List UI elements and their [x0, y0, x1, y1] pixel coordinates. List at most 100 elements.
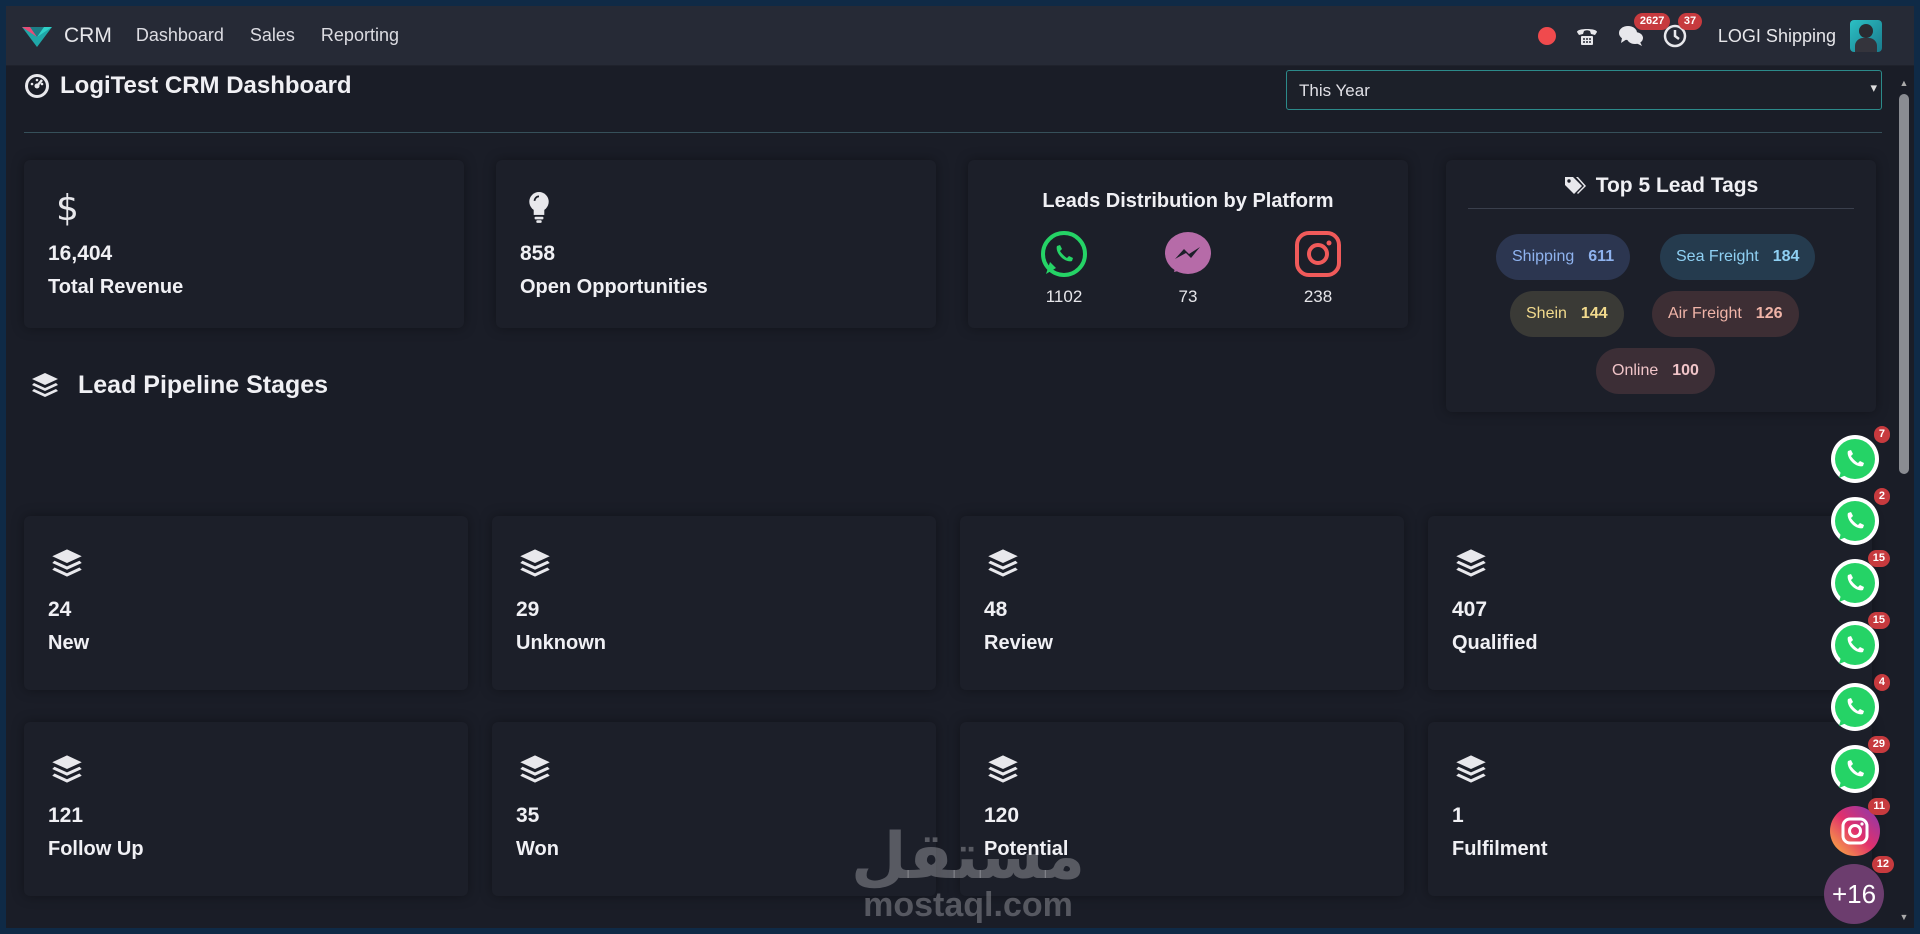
dashboard-content: LogiTest CRM Dashboard This Year $ 16,40… [6, 66, 1896, 928]
tag-count: 100 [1672, 362, 1699, 379]
kpi-card-revenue: $ 16,404 Total Revenue [24, 160, 464, 328]
user-avatar[interactable] [1850, 20, 1882, 52]
stage-value: 407 [1452, 598, 1488, 621]
stage-label: Unknown [516, 632, 606, 654]
tag-count: 184 [1772, 248, 1800, 265]
stage-card-qualified[interactable]: 407 Qualified [1428, 516, 1872, 690]
tag-sea-freight[interactable]: Sea Freight 184 [1660, 234, 1816, 280]
chat-bubble-whatsapp[interactable]: 29 [1830, 736, 1890, 794]
layers-icon [1454, 750, 1488, 788]
menu-dashboard[interactable]: Dashboard [136, 25, 224, 46]
systray: 2627 37 LOGI Shipping [1537, 6, 1914, 66]
scroll-down-arrow-icon[interactable]: ▼ [1898, 912, 1910, 922]
brand-name: CRM [64, 23, 112, 47]
stage-value: 1 [1452, 804, 1464, 827]
chat-badge: 7 [1873, 426, 1890, 443]
more-chats-badge: 12 [1871, 856, 1894, 873]
tag-shein[interactable]: Shein 144 [1510, 291, 1624, 337]
scroll-up-arrow-icon[interactable]: ▲ [1898, 78, 1910, 88]
stage-card-potential[interactable]: 120 Potential [960, 722, 1404, 896]
dollar-icon: $ [50, 188, 84, 226]
tag-count: 611 [1588, 248, 1615, 265]
tag-count: 144 [1580, 305, 1608, 322]
instagram-icon [1295, 231, 1341, 277]
svg-text:$: $ [56, 188, 79, 226]
lightbulb-icon [522, 188, 556, 226]
tag-name: Sea Freight [1676, 248, 1759, 265]
tag-online[interactable]: Online 100 [1596, 348, 1715, 394]
tag-name: Shipping [1512, 248, 1575, 265]
stage-label: Qualified [1452, 632, 1538, 654]
stage-label: Fulfilment [1452, 838, 1548, 860]
stage-card-review[interactable]: 48 Review [960, 516, 1404, 690]
period-select[interactable]: This Year [1286, 70, 1882, 110]
top-tags-title-text: Top 5 Lead Tags [1595, 174, 1759, 197]
chat-badge: 2 [1873, 488, 1890, 505]
whatsapp-icon [1831, 497, 1879, 545]
menu-sales[interactable]: Sales [250, 25, 295, 46]
stage-value: 48 [984, 598, 1008, 621]
stage-card-follow-up[interactable]: 121 Follow Up [24, 722, 468, 896]
tag-shipping[interactable]: Shipping 611 [1496, 234, 1631, 280]
stage-value: 24 [48, 598, 72, 621]
scroll-thumb[interactable] [1899, 94, 1909, 474]
messages-icon[interactable]: 2627 [1616, 13, 1671, 51]
layers-icon [986, 750, 1020, 788]
layers-icon [50, 544, 84, 582]
page-scrollbar[interactable]: ▲ ▼ [1898, 70, 1910, 924]
tag-name: Online [1612, 362, 1659, 379]
crm-logo-icon [22, 26, 52, 47]
layers-icon [1454, 544, 1488, 582]
stage-value: 120 [984, 804, 1020, 827]
stage-card-fulfilment[interactable]: 1 Fulfilment [1428, 722, 1872, 896]
activities-clock-icon[interactable]: 37 [1660, 13, 1703, 51]
platform-instagram[interactable]: 238 [1288, 230, 1348, 307]
messenger-count: 73 [1178, 287, 1198, 306]
tags-divider [1468, 208, 1854, 209]
stage-value: 29 [516, 598, 540, 621]
platform-distribution-title: Leads Distribution by Platform [1042, 190, 1334, 212]
stage-value: 121 [48, 804, 84, 827]
main-menu: Dashboard Sales Reporting [136, 25, 425, 46]
chat-badge: 4 [1873, 674, 1890, 691]
layers-icon [32, 373, 58, 397]
top-tags-title: Top 5 Lead Tags [1446, 174, 1876, 198]
top-navbar: CRM Dashboard Sales Reporting 2627 37 LO… [6, 6, 1914, 66]
stage-label: New [48, 632, 90, 654]
phone-icon[interactable] [1572, 21, 1602, 51]
company-switcher[interactable]: LOGI Shipping [1718, 26, 1836, 47]
chat-bubble-whatsapp[interactable]: 15 [1830, 612, 1890, 670]
chat-bubble-whatsapp[interactable]: 2 [1830, 488, 1890, 546]
chat-badge: 15 [1867, 612, 1890, 629]
revenue-label: Total Revenue [48, 276, 184, 298]
platform-whatsapp[interactable]: 1102 [1034, 230, 1094, 307]
whatsapp-icon [1831, 435, 1879, 483]
stage-label: Potential [984, 838, 1069, 860]
menu-reporting[interactable]: Reporting [321, 25, 399, 46]
app-window: CRM Dashboard Sales Reporting 2627 37 LO… [6, 6, 1914, 928]
opportunities-label: Open Opportunities [520, 276, 708, 298]
more-chats-button[interactable]: +16 12 [1824, 856, 1894, 924]
chat-bubble-whatsapp[interactable]: 7 [1830, 426, 1890, 484]
chat-bubble-instagram[interactable]: 11 [1830, 798, 1890, 856]
pipeline-title: Lead Pipeline Stages [78, 370, 329, 399]
page-header: LogiTest CRM Dashboard [24, 72, 352, 100]
revenue-value: 16,404 [48, 242, 113, 265]
layers-icon [518, 544, 552, 582]
chat-badge: 29 [1867, 736, 1890, 753]
layers-icon [50, 750, 84, 788]
stage-card-new[interactable]: 24 New [24, 516, 468, 690]
platform-messenger[interactable]: 73 [1158, 230, 1218, 307]
chat-badge: 11 [1868, 798, 1890, 815]
layers-icon [986, 544, 1020, 582]
presence-status-icon[interactable] [1537, 27, 1556, 45]
tag-air-freight[interactable]: Air Freight 126 [1652, 291, 1799, 337]
brand[interactable]: CRM [20, 23, 112, 49]
stage-card-unknown[interactable]: 29 Unknown [492, 516, 936, 690]
stage-label: Review [984, 632, 1053, 654]
tags-icon [1564, 177, 1586, 194]
stage-card-won[interactable]: 35 Won [492, 722, 936, 896]
chat-bubble-whatsapp[interactable]: 4 [1830, 674, 1890, 732]
messenger-icon [1165, 232, 1211, 274]
chat-bubble-whatsapp[interactable]: 15 [1830, 550, 1890, 608]
